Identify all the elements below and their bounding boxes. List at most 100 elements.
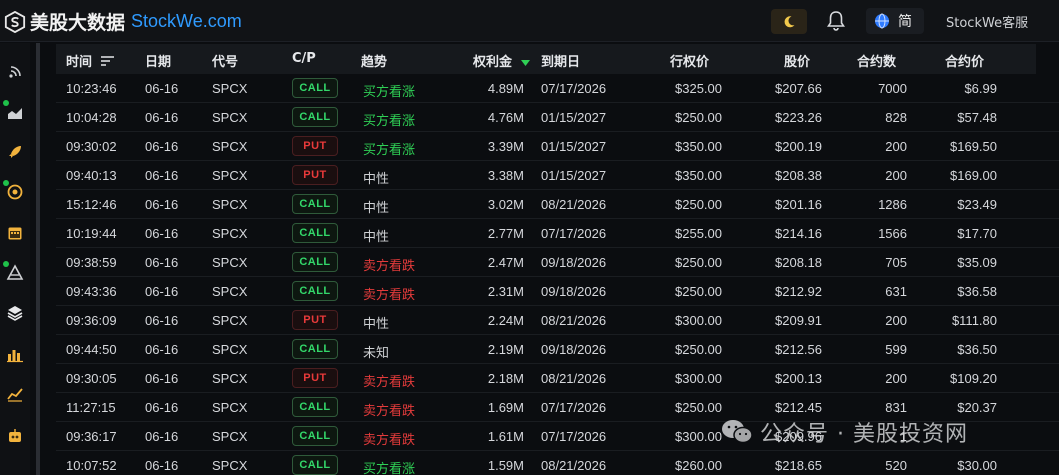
theme-toggle-button[interactable] bbox=[771, 9, 807, 34]
cell-premium: 1.69M bbox=[487, 400, 524, 415]
cell-symbol[interactable]: SPCX bbox=[212, 81, 247, 96]
cell-time: 09:38:59 bbox=[66, 255, 117, 270]
cell-price: $30.00 bbox=[957, 458, 997, 473]
table-body: 10:23:46 06-16 SPCX 4.89M 07/17/2026 $325.00 $… bbox=[56, 74, 1059, 475]
logo[interactable]: 美股大数据 StockWe.com bbox=[4, 8, 242, 35]
col-premium-header[interactable]: 权利金 bbox=[473, 51, 530, 70]
cell-contracts: 520 bbox=[885, 458, 907, 473]
cell-time: 09:30:02 bbox=[66, 139, 117, 154]
col-price-header[interactable]: 合约价 bbox=[945, 51, 984, 70]
cp-badge: CALL bbox=[292, 223, 338, 243]
customer-service-link[interactable]: StockWe客服 bbox=[946, 12, 1028, 31]
cell-strike: $250.00 bbox=[675, 110, 722, 125]
cell-price: $36.58 bbox=[957, 284, 997, 299]
cell-date: 06-16 bbox=[145, 81, 179, 96]
cell-strike: $250.00 bbox=[675, 255, 722, 270]
cell-symbol[interactable]: SPCX bbox=[212, 255, 247, 270]
cell-strike: $300.00 bbox=[675, 429, 722, 444]
cell-expiry: 08/21/2026 bbox=[541, 197, 607, 212]
cell-symbol[interactable]: SPCX bbox=[212, 400, 247, 415]
bell-icon[interactable] bbox=[826, 10, 846, 32]
cell-symbol[interactable]: SPCX bbox=[212, 110, 247, 125]
cell-symbol[interactable]: SPCX bbox=[212, 342, 247, 357]
sort-lines-icon[interactable] bbox=[100, 56, 115, 66]
cell-symbol[interactable]: SPCX bbox=[212, 371, 247, 386]
cell-trend: 卖方看跌 bbox=[363, 375, 416, 390]
cell-price: $169.50 bbox=[950, 139, 997, 154]
cell-stock: $218.65 bbox=[775, 458, 822, 473]
robot-icon[interactable] bbox=[6, 427, 24, 445]
rocket-icon[interactable] bbox=[6, 143, 24, 161]
table-row[interactable]: 09:43:36 06-16 SPCX 2.31M 09/18/2026 $250.00 $… bbox=[56, 277, 1059, 306]
col-time-header[interactable]: 时间 bbox=[66, 51, 115, 70]
cell-premium: 3.39M bbox=[487, 139, 524, 154]
col-symbol-header[interactable]: 代号 bbox=[212, 51, 238, 70]
cell-date: 06-16 bbox=[145, 458, 179, 473]
cell-stock: $208.18 bbox=[775, 255, 822, 270]
cell-strike: $350.00 bbox=[675, 139, 722, 154]
brand-name-en: StockWe.com bbox=[131, 11, 242, 31]
cell-symbol[interactable]: SPCX bbox=[212, 197, 247, 212]
cell-trend: 中性 bbox=[363, 230, 390, 245]
bar-chart-icon[interactable] bbox=[6, 345, 24, 363]
cell-stock: $208.38 bbox=[775, 168, 822, 183]
table-row[interactable]: 09:30:05 06-16 SPCX 2.18M 08/21/2026 $300.00 $… bbox=[56, 364, 1059, 393]
cp-badge: CALL bbox=[292, 455, 338, 475]
cell-trend: 卖方看跌 bbox=[363, 259, 416, 274]
cell-time: 09:43:36 bbox=[66, 284, 117, 299]
language-selector[interactable]: 简 bbox=[866, 8, 924, 34]
cell-premium: 3.02M bbox=[487, 197, 524, 212]
cell-time: 09:36:17 bbox=[66, 429, 117, 444]
cell-symbol[interactable]: SPCX bbox=[212, 458, 247, 473]
pyramid-icon[interactable] bbox=[6, 264, 24, 282]
cell-symbol[interactable]: SPCX bbox=[212, 168, 247, 183]
table-row[interactable]: 09:30:02 06-16 SPCX 3.39M 01/15/2027 $350.00 $… bbox=[56, 132, 1059, 161]
cell-date: 06-16 bbox=[145, 168, 179, 183]
cell-expiry: 07/17/2026 bbox=[541, 429, 607, 444]
cell-strike: $250.00 bbox=[675, 197, 722, 212]
cell-symbol[interactable]: SPCX bbox=[212, 313, 247, 328]
cell-symbol[interactable]: SPCX bbox=[212, 429, 247, 444]
cp-badge: CALL bbox=[292, 281, 338, 301]
col-date-header[interactable]: 日期 bbox=[145, 51, 171, 70]
cell-symbol[interactable]: SPCX bbox=[212, 139, 247, 154]
cell-stock: $200.19 bbox=[775, 139, 822, 154]
cell-price: $35.09 bbox=[957, 255, 997, 270]
col-expiry-header[interactable]: 到期日 bbox=[541, 51, 580, 70]
cp-badge: PUT bbox=[292, 165, 338, 185]
table-row[interactable]: 15:12:46 06-16 SPCX 3.02M 08/21/2026 $250.00 $… bbox=[56, 190, 1059, 219]
signal-icon[interactable] bbox=[6, 63, 24, 81]
cell-trend: 买方看涨 bbox=[363, 143, 416, 158]
col-stock-header[interactable]: 股价 bbox=[784, 51, 810, 70]
table-row[interactable]: 10:23:46 06-16 SPCX 4.89M 07/17/2026 $325.00 $… bbox=[56, 74, 1059, 103]
col-cp-header[interactable]: C/P bbox=[292, 51, 316, 66]
cell-premium: 2.77M bbox=[487, 226, 524, 241]
sort-down-icon[interactable] bbox=[520, 59, 530, 66]
options-flow-table: 时间 日期 代号 C/P 趋势 权利金 到期日 行权价 股价 合约数 合约价 1… bbox=[56, 44, 1059, 475]
calendar-icon[interactable] bbox=[6, 224, 24, 242]
table-row[interactable]: 09:40:13 06-16 SPCX 3.38M 01/15/2027 $350.00 $… bbox=[56, 161, 1059, 190]
cell-symbol[interactable]: SPCX bbox=[212, 226, 247, 241]
layers-icon[interactable] bbox=[6, 304, 24, 322]
table-row[interactable]: 09:36:09 06-16 SPCX 2.24M 08/21/2026 $300.00 $… bbox=[56, 306, 1059, 335]
cell-expiry: 09/18/2026 bbox=[541, 284, 607, 299]
cell-expiry: 01/15/2027 bbox=[541, 168, 607, 183]
table-row[interactable]: 09:38:59 06-16 SPCX 2.47M 09/18/2026 $250.00 $… bbox=[56, 248, 1059, 277]
table-row[interactable]: 09:44:50 06-16 SPCX 2.19M 09/18/2026 $250.00 $… bbox=[56, 335, 1059, 364]
table-row[interactable]: 10:19:44 06-16 SPCX 2.77M 07/17/2026 $255.00 $… bbox=[56, 219, 1059, 248]
cell-trend: 卖方看跌 bbox=[363, 404, 416, 419]
line-chart-icon[interactable] bbox=[6, 385, 24, 403]
cell-contracts: 7000 bbox=[878, 81, 907, 96]
cell-expiry: 08/21/2026 bbox=[541, 458, 607, 473]
col-contracts-header[interactable]: 合约数 bbox=[857, 51, 896, 70]
cell-symbol[interactable]: SPCX bbox=[212, 284, 247, 299]
cell-expiry: 01/15/2027 bbox=[541, 110, 607, 125]
area-chart-icon[interactable] bbox=[6, 103, 24, 121]
col-trend-header[interactable]: 趋势 bbox=[361, 51, 387, 70]
table-row[interactable]: 10:04:28 06-16 SPCX 4.76M 01/15/2027 $250.00 $… bbox=[56, 103, 1059, 132]
target-icon[interactable] bbox=[6, 183, 24, 201]
cell-expiry: 07/17/2026 bbox=[541, 400, 607, 415]
col-strike-header[interactable]: 行权价 bbox=[670, 51, 709, 70]
top-bar: 美股大数据 StockWe.com 简 StockWe客服 bbox=[0, 0, 1059, 42]
table-row[interactable]: 10:07:52 06-16 SPCX 1.59M 08/21/2026 $260.00 $… bbox=[56, 451, 1059, 475]
